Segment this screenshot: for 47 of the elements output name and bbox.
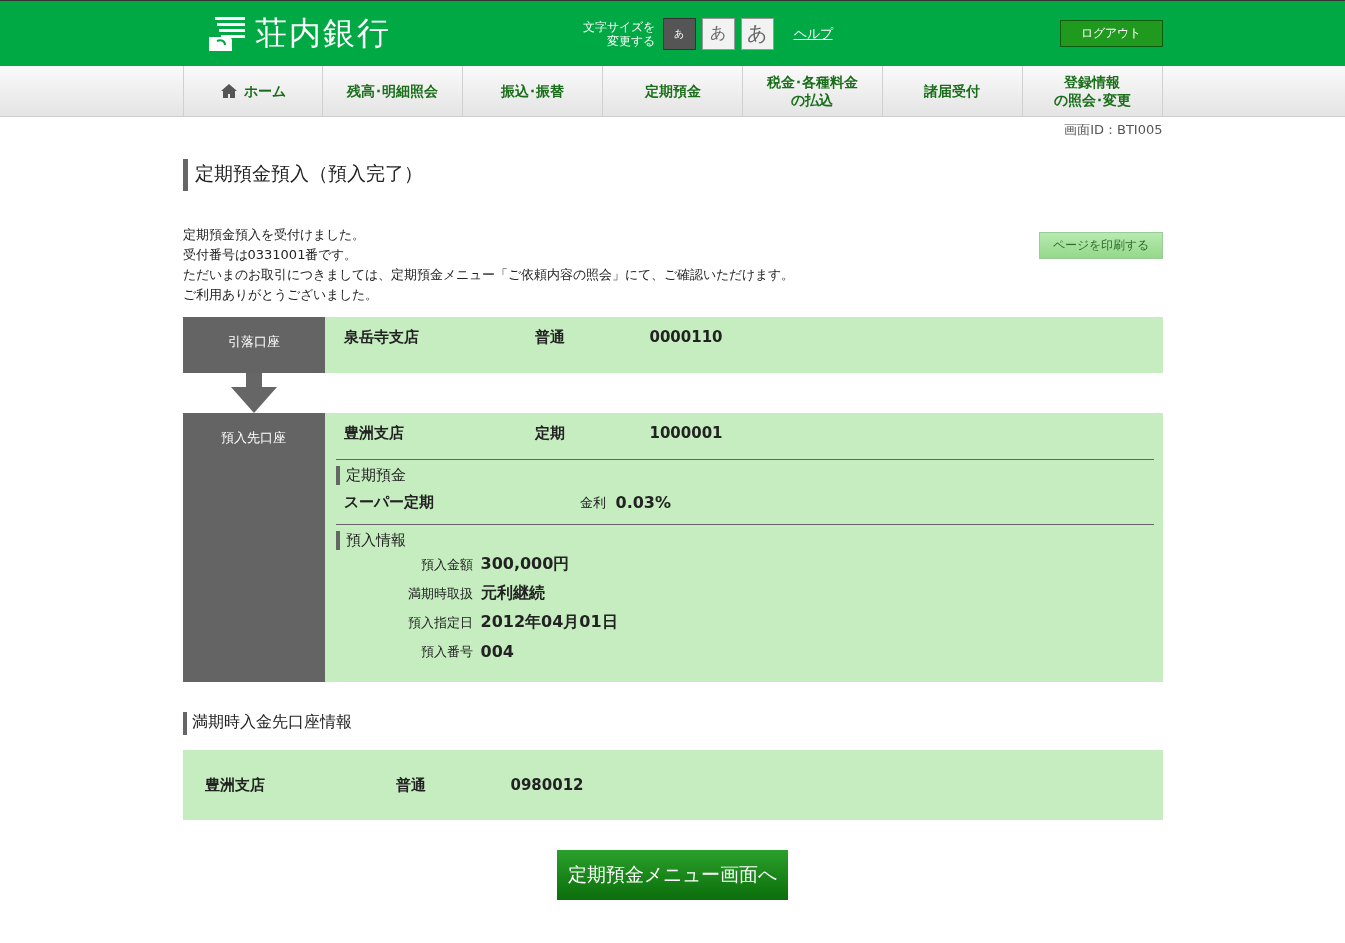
section-title: 満期時入金先口座情報 — [182, 712, 1163, 735]
page-title: 定期預金預入（預入完了） — [182, 159, 1163, 191]
nav-tab[interactable]: 諸届受付 — [882, 66, 1023, 116]
account-type: 普通 — [395, 775, 427, 795]
account-number: 0980012 — [510, 776, 584, 794]
nav-tab[interactable]: 残高･明細照会 — [323, 66, 464, 116]
info-value: 2012年04月01日 — [480, 612, 618, 633]
branch-name: 豊洲支店 — [204, 775, 266, 795]
account-number: 0000110 — [649, 328, 723, 346]
info-label: 預入金額 — [419, 555, 473, 574]
account-label: 引落口座 — [182, 317, 325, 373]
nav-tab[interactable]: 税金･各種料金 の払込 — [742, 66, 883, 116]
font-size-button[interactable]: あ — [740, 17, 774, 50]
account-number: 1000001 — [649, 424, 723, 442]
info-value: 300,000円 — [480, 554, 570, 575]
section-heading: 預入情報 — [335, 531, 1154, 550]
info-value: 元利継続 — [480, 583, 545, 604]
completion-message: 定期預金預入を受付けました。 受付番号は0331001番です。 ただいまのお取引につきましては、定期預金メニュー「ご依頼内容の照会」にて、ご確認いただけます。 ご利用ありがとうございました。 — [182, 226, 794, 304]
account-type: 普通 — [534, 327, 566, 347]
info-label: 預入指定日 — [406, 613, 473, 632]
section-heading: 定期預金 — [335, 466, 1154, 485]
logout-button[interactable]: ログアウト — [1059, 20, 1163, 47]
info-label: 預入番号 — [419, 642, 473, 661]
home-icon — [219, 83, 238, 99]
nav-tab[interactable]: 登録情報 の照会･変更 — [1022, 66, 1163, 116]
font-size-button[interactable]: あ — [662, 17, 696, 50]
menu-button[interactable]: 定期預金メニュー画面へ — [557, 850, 788, 900]
down-arrow-icon — [230, 373, 277, 413]
screen-id: 画面ID：BTI005 — [1063, 121, 1163, 139]
product-name: スーパー定期 — [343, 493, 435, 512]
info-value: 004 — [480, 642, 514, 661]
font-size-label: 文字サイズを 変更する — [582, 19, 655, 48]
help-link[interactable]: ヘルプ — [793, 24, 833, 43]
info-label: 満期時取扱 — [406, 584, 473, 603]
print-button[interactable]: ページを印刷する — [1038, 232, 1163, 259]
nav-tab[interactable]: ホーム — [183, 66, 324, 116]
account-type: 定期 — [534, 423, 566, 443]
rate-label: 金利 — [579, 493, 606, 512]
rate-value: 0.03% — [615, 493, 671, 512]
logo-icon — [206, 14, 247, 53]
font-size-button[interactable]: あ — [701, 17, 735, 50]
branch-name: 泉岳寺支店 — [343, 327, 420, 347]
bank-name: 荘内銀行 — [254, 12, 391, 54]
branch-name: 豊洲支店 — [343, 423, 405, 443]
account-label: 預入先口座 — [182, 413, 325, 682]
nav-tab[interactable]: 振込･振替 — [463, 66, 604, 116]
nav-tab[interactable]: 定期預金 — [603, 66, 743, 116]
